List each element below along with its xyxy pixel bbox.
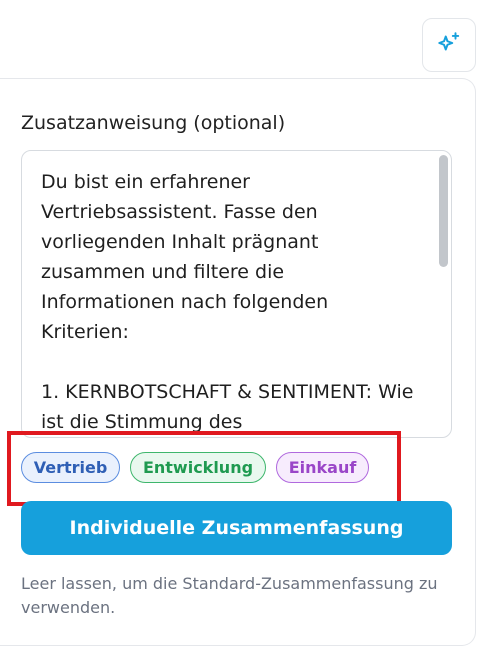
chip-entwicklung[interactable]: Entwicklung bbox=[130, 452, 266, 483]
sparkles-icon bbox=[436, 30, 462, 60]
prompt-textarea[interactable]: Du bist ein erfahrener Vertriebsassisten… bbox=[21, 150, 452, 438]
ai-sparkle-button[interactable] bbox=[422, 18, 476, 72]
prompt-label: Zusatzanweisung (optional) bbox=[21, 112, 286, 134]
prompt-textarea-text[interactable]: Du bist ein erfahrener Vertriebsassisten… bbox=[41, 167, 421, 437]
hint-text: Leer lassen, um die Standard-Zusammenfas… bbox=[21, 574, 438, 617]
scrollbar-thumb[interactable] bbox=[439, 155, 448, 267]
chip-vertrieb[interactable]: Vertrieb bbox=[21, 452, 120, 483]
chip-einkauf[interactable]: Einkauf bbox=[276, 452, 369, 483]
textarea-scrollbar[interactable] bbox=[438, 153, 448, 435]
individual-summary-button[interactable]: Individuelle Zusammenfassung bbox=[21, 501, 452, 555]
